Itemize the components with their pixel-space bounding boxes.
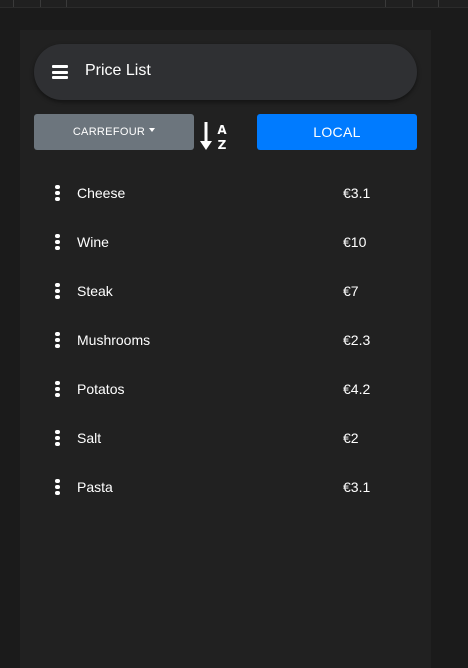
item-price: €3.1	[343, 185, 371, 201]
edge-tick	[40, 0, 41, 7]
header-bar: Price List	[34, 44, 417, 100]
edge-tick	[412, 0, 413, 7]
edge-tick	[438, 0, 439, 7]
list-item: Steak €7	[20, 266, 431, 315]
window-top-edge	[0, 0, 468, 8]
app-panel: Price List CARREFOUR A Z LOCAL Cheese €3…	[20, 30, 431, 668]
list-item: Wine €10	[20, 217, 431, 266]
sort-alpha-icon[interactable]: A Z	[200, 122, 230, 152]
edge-tick	[13, 0, 14, 7]
list-item: Mushrooms €2.3	[20, 315, 431, 364]
more-options-icon[interactable]	[54, 479, 60, 495]
item-price: €7	[343, 283, 359, 299]
item-price: €3.1	[343, 479, 371, 495]
item-price: €10	[343, 234, 367, 250]
item-name: Pasta	[77, 479, 113, 495]
edge-tick	[66, 0, 67, 7]
item-price: €4.2	[343, 381, 371, 397]
more-options-icon[interactable]	[54, 185, 60, 201]
item-name: Steak	[77, 283, 113, 299]
more-options-icon[interactable]	[54, 234, 60, 250]
more-options-icon[interactable]	[54, 381, 60, 397]
local-button[interactable]: LOCAL	[257, 114, 417, 150]
list-item: Cheese €3.1	[20, 168, 431, 217]
more-options-icon[interactable]	[54, 332, 60, 348]
item-name: Mushrooms	[77, 332, 151, 348]
item-name: Cheese	[77, 185, 126, 201]
sort-letter-z: Z	[218, 138, 227, 152]
sort-letter-a: A	[217, 123, 227, 137]
item-name: Potatos	[77, 381, 125, 397]
more-options-icon[interactable]	[54, 430, 60, 446]
item-name: Wine	[77, 234, 109, 250]
list-item: Salt €2	[20, 413, 431, 462]
list-item: Potatos €4.2	[20, 364, 431, 413]
store-dropdown-label: CARREFOUR	[72, 126, 146, 138]
hamburger-menu-icon[interactable]	[52, 65, 68, 79]
page-title: Price List	[85, 62, 151, 79]
more-options-icon[interactable]	[54, 283, 60, 299]
store-dropdown-button[interactable]: CARREFOUR	[34, 114, 194, 150]
list-item: Pasta €3.1	[20, 462, 431, 511]
item-price: €2	[343, 430, 359, 446]
caret-down-icon	[149, 128, 156, 132]
item-price: €2.3	[343, 332, 371, 348]
item-name: Salt	[77, 430, 102, 446]
edge-tick	[385, 0, 386, 7]
